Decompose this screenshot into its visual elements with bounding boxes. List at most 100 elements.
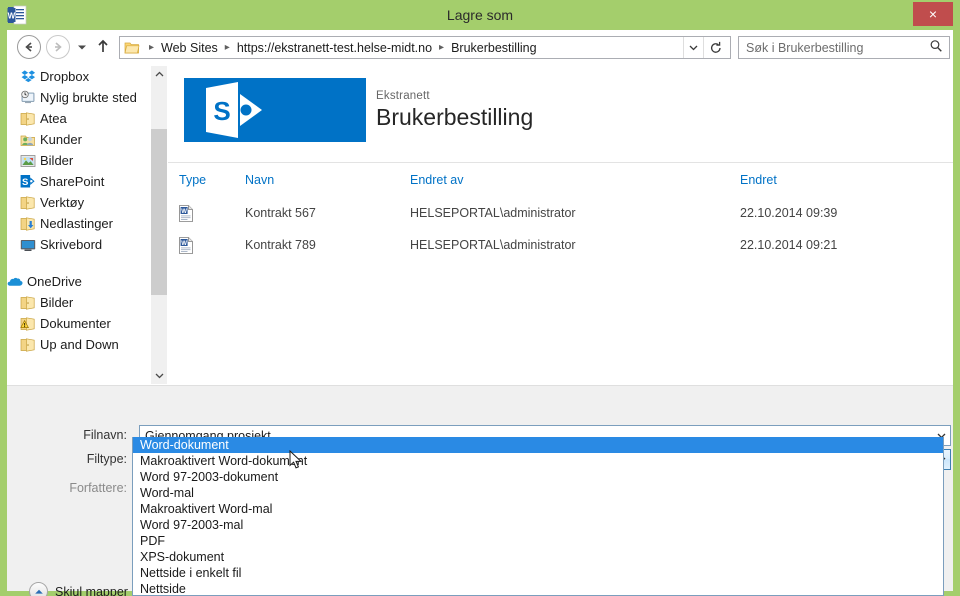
site-header: S Ekstranett Brukerbestilling — [168, 66, 953, 163]
sidebar-item-onedrive-bilder[interactable]: Bilder — [7, 292, 167, 313]
sharepoint-icon: S — [20, 174, 36, 190]
sidebar-item-sharepoint[interactable]: S SharePoint — [7, 171, 167, 192]
site-title: Brukerbestilling — [376, 104, 534, 130]
sidebar-item-onedrive-dokumenter[interactable]: Dokumenter — [7, 313, 167, 334]
column-header-endret-av[interactable]: Endret av — [410, 173, 740, 187]
sidebar-item-label: Nylig brukte sted — [40, 90, 137, 105]
search-input[interactable]: Søk i Brukerbestilling — [746, 41, 929, 55]
file-name[interactable]: Kontrakt 567 — [245, 206, 410, 220]
folder-icon — [20, 295, 36, 311]
save-as-dialog: W Lagre som × ▸ Web Sites ▸ https://ekst… — [0, 0, 960, 596]
up-arrow-icon — [98, 39, 108, 52]
dropdown-option-4[interactable]: Makroaktivert Word-mal — [133, 501, 943, 517]
dropdown-option-9[interactable]: Nettside — [133, 581, 943, 595]
column-header-navn[interactable]: Navn — [245, 173, 410, 187]
table-row[interactable]: W Kontrakt 789 HELSEPORTAL\administrator… — [168, 229, 953, 261]
file-browser-pane: S Ekstranett Brukerbestilling Type Navn … — [168, 66, 953, 384]
address-bar[interactable]: ▸ Web Sites ▸ https://ekstranett-test.he… — [119, 36, 731, 59]
chevron-down-icon — [78, 45, 86, 50]
filetype-label: Filtype: — [86, 452, 127, 466]
breadcrumb-item-2[interactable]: Brukerbestilling — [450, 41, 537, 55]
svg-text:S: S — [213, 96, 230, 126]
search-box[interactable]: Søk i Brukerbestilling — [738, 36, 950, 59]
sidebar-item-label: Atea — [40, 111, 67, 126]
pictures-icon — [20, 153, 36, 169]
sidebar-item-skrivebord[interactable]: Skrivebord — [7, 234, 167, 255]
file-list-header: Type Navn Endret av Endret — [168, 163, 953, 197]
recent-locations-button[interactable] — [73, 35, 91, 59]
scroll-up-arrow-icon[interactable] — [151, 66, 167, 83]
dropdown-option-3[interactable]: Word-mal — [133, 485, 943, 501]
recent-places-icon — [20, 90, 36, 106]
file-name[interactable]: Kontrakt 789 — [245, 238, 410, 252]
site-subtitle: Ekstranett — [376, 90, 430, 102]
file-list: Type Navn Endret av Endret W Kontrakt 56… — [168, 163, 953, 261]
table-row[interactable]: W Kontrakt 567 HELSEPORTAL\administrator… — [168, 197, 953, 229]
address-dropdown-button[interactable] — [683, 37, 702, 58]
sidebar-item-label: SharePoint — [40, 174, 105, 189]
sidebar-scrollbar[interactable] — [150, 66, 167, 384]
sidebar-item-kunder[interactable]: Kunder — [7, 129, 167, 150]
scrollbar-thumb[interactable] — [151, 129, 167, 295]
sidebar-item-bilder[interactable]: Bilder — [7, 150, 167, 171]
word-document-icon: W — [168, 236, 245, 254]
dropdown-option-1[interactable]: Makroaktivert Word-dokument — [133, 453, 943, 469]
dropdown-option-8[interactable]: Nettside i enkelt fil — [133, 565, 943, 581]
breadcrumb-separator: ▸ — [439, 42, 445, 53]
svg-text:W: W — [181, 208, 187, 214]
folder-icon — [20, 195, 36, 211]
file-modified-by: HELSEPORTAL\administrator — [410, 206, 576, 220]
sidebar-item-label: OneDrive — [27, 274, 82, 289]
sidebar-item-verktoy[interactable]: Verktøy — [7, 192, 167, 213]
dropdown-option-6[interactable]: PDF — [133, 533, 943, 549]
dropdown-option-0[interactable]: Word-dokument — [133, 437, 943, 453]
navigation-bar: ▸ Web Sites ▸ https://ekstranett-test.he… — [7, 30, 953, 66]
back-button[interactable] — [17, 35, 41, 59]
scroll-down-arrow-icon[interactable] — [151, 367, 167, 384]
sidebar-item-label: Up and Down — [40, 337, 119, 352]
forward-button[interactable] — [46, 35, 70, 59]
breadcrumb-item-1[interactable]: https://ekstranett-test.helse-midt.no — [236, 41, 433, 55]
column-header-endret[interactable]: Endret — [740, 173, 940, 187]
search-icon — [929, 39, 943, 56]
folder-icon — [20, 337, 36, 353]
svg-text:S: S — [22, 177, 28, 188]
downloads-icon — [20, 216, 36, 232]
breadcrumb-separator: ▸ — [224, 42, 230, 53]
file-modified-date: 22.10.2014 09:21 — [740, 238, 838, 252]
chevron-up-circle-icon — [29, 582, 48, 596]
sidebar-item-nedlastinger[interactable]: Nedlastinger — [7, 213, 167, 234]
folder-warning-icon — [20, 316, 36, 332]
file-modified-by: HELSEPORTAL\administrator — [410, 238, 576, 252]
sidebar-item-label: Kunder — [40, 132, 82, 147]
refresh-icon — [710, 41, 721, 53]
dropdown-option-2[interactable]: Word 97-2003-dokument — [133, 469, 943, 485]
dropdown-option-7[interactable]: XPS-dokument — [133, 549, 943, 565]
word-document-icon: W — [168, 204, 245, 222]
sidebar-item-dropbox[interactable]: Dropbox — [7, 66, 167, 87]
breadcrumb-item-0[interactable]: Web Sites — [160, 41, 219, 55]
sidebar-item-label: Dropbox — [40, 69, 90, 84]
refresh-button[interactable] — [703, 37, 728, 58]
window-title: Lagre som — [446, 7, 514, 23]
sidebar-item-onedrive[interactable]: OneDrive — [7, 271, 167, 292]
close-button[interactable]: × — [913, 2, 953, 26]
sidebar-item-atea[interactable]: Atea — [7, 108, 167, 129]
column-header-type[interactable]: Type — [168, 173, 245, 187]
desktop-icon — [20, 237, 36, 253]
sidebar-item-label: Dokumenter — [40, 316, 111, 331]
folder-icon — [124, 41, 140, 55]
title-bar: W Lagre som × — [0, 0, 960, 30]
sidebar-item-onedrive-up-and-down[interactable]: Up and Down — [7, 334, 167, 355]
site-titles: Ekstranett Brukerbestilling — [376, 90, 533, 131]
sidebar-item-label: Verktøy — [40, 195, 85, 210]
dropbox-icon — [20, 69, 36, 85]
hide-folders-button[interactable]: Skjul mapper — [29, 582, 128, 596]
hide-folders-label: Skjul mapper — [55, 584, 128, 596]
dropdown-option-5[interactable]: Word 97-2003-mal — [133, 517, 943, 533]
back-arrow-icon — [25, 42, 32, 52]
sidebar-item-recent-places[interactable]: Nylig brukte sted — [7, 87, 167, 108]
filetype-dropdown-list[interactable]: Word-dokument Makroaktivert Word-dokumen… — [132, 437, 944, 596]
up-one-level-button[interactable] — [93, 35, 113, 59]
sidebar-item-label: Bilder — [40, 153, 74, 168]
